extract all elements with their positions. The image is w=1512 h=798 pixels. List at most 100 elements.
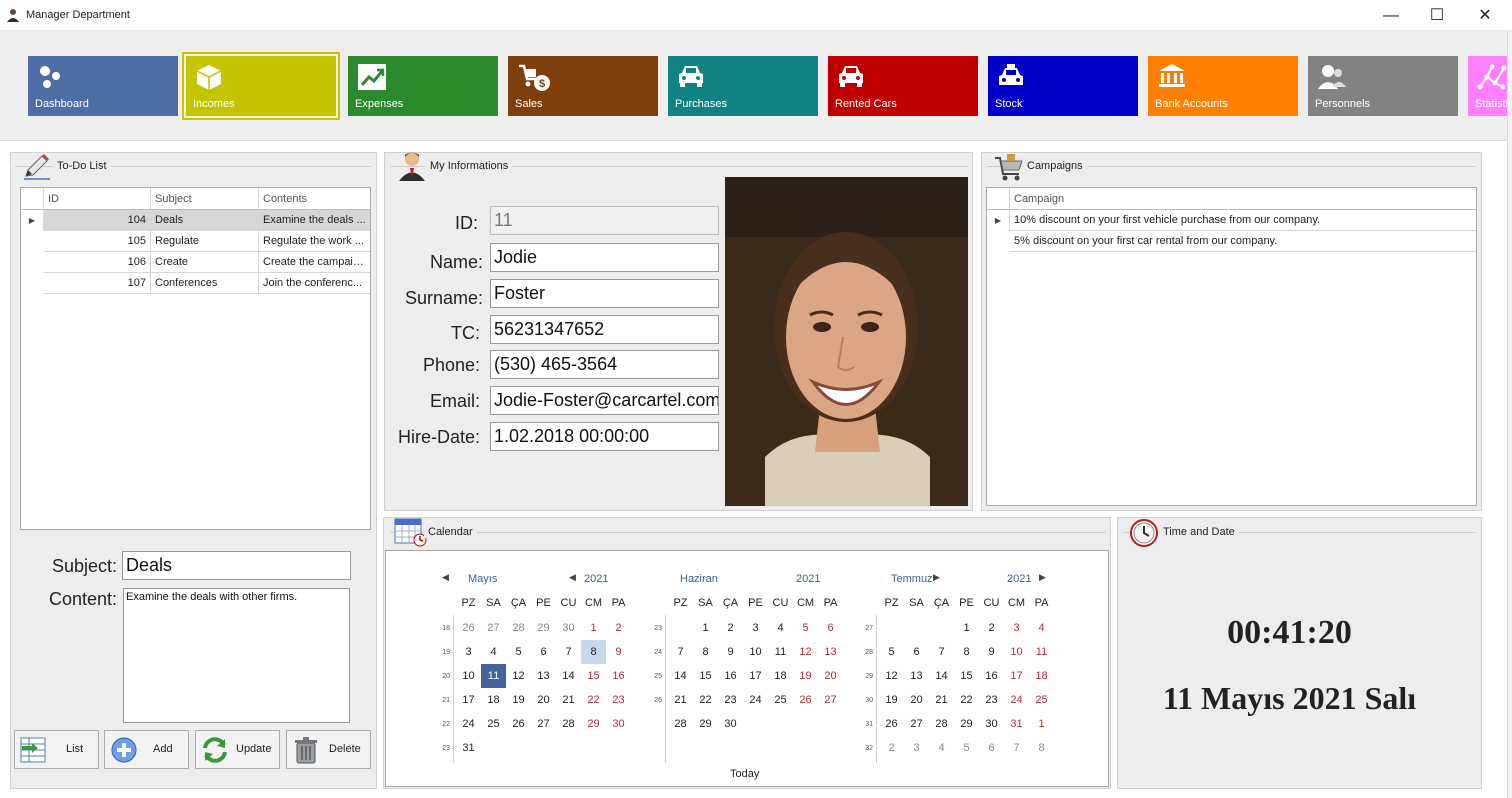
calendar-day[interactable]: 4 xyxy=(768,616,793,640)
calendar-day[interactable]: 16 xyxy=(718,664,743,688)
calendar-day[interactable]: 22 xyxy=(581,688,606,712)
calendar-day[interactable]: 3 xyxy=(743,616,768,640)
calendar-day[interactable]: 1 xyxy=(693,616,718,640)
calendar-day[interactable]: 6 xyxy=(531,640,556,664)
calendar-day[interactable]: 31 xyxy=(1004,712,1029,736)
calendar-day[interactable]: 29 xyxy=(693,712,718,736)
table-cell-campaign[interactable]: 5% discount on your first car rental fro… xyxy=(1010,231,1476,252)
todo-grid[interactable]: ID Subject Contents ▶ 104 Deals Examine … xyxy=(20,187,371,530)
table-cell-id[interactable]: 104 xyxy=(44,210,151,231)
tile-expenses[interactable]: Expenses xyxy=(348,56,498,116)
tile-personnels[interactable]: Personnels xyxy=(1308,56,1458,116)
close-button[interactable]: ✕ xyxy=(1462,0,1508,31)
calendar-day[interactable]: 26 xyxy=(879,712,904,736)
calendar-day[interactable]: 29 xyxy=(531,616,556,640)
calendar-day[interactable]: 31 xyxy=(456,736,481,760)
calendar-day[interactable]: 18 xyxy=(481,688,506,712)
prev-month-arrow-icon[interactable]: ◀ xyxy=(442,572,449,583)
table-cell-contents[interactable]: Regulate the work ... xyxy=(259,231,370,252)
calendar-day[interactable]: 18 xyxy=(1029,664,1054,688)
calendar-day[interactable]: 11 xyxy=(1029,640,1054,664)
hire-date-field[interactable]: 1.02.2018 00:00:00 xyxy=(490,422,719,451)
calendar-day[interactable]: 19 xyxy=(879,688,904,712)
calendar-day[interactable]: 26 xyxy=(506,712,531,736)
tc-field[interactable]: 56231347652 xyxy=(490,315,719,344)
calendar-day[interactable]: 8 xyxy=(581,640,606,664)
table-cell-contents[interactable]: Join the conferenc... xyxy=(259,273,370,294)
calendar-day[interactable]: 28 xyxy=(929,712,954,736)
calendar-day[interactable]: 2 xyxy=(879,736,904,760)
maximize-button[interactable]: ☐ xyxy=(1414,0,1460,31)
calendar-day[interactable]: 11 xyxy=(481,664,506,688)
calendar-day[interactable]: 26 xyxy=(456,616,481,640)
calendar-day[interactable]: 17 xyxy=(456,688,481,712)
calendar-day[interactable]: 4 xyxy=(929,736,954,760)
calendar-day[interactable]: 30 xyxy=(556,616,581,640)
column-header-id[interactable]: ID xyxy=(44,188,151,210)
calendar-day[interactable]: 16 xyxy=(979,664,1004,688)
calendar-day[interactable]: 21 xyxy=(929,688,954,712)
calendar-day[interactable]: 16 xyxy=(606,664,631,688)
calendar-day[interactable]: 28 xyxy=(556,712,581,736)
today-button[interactable]: Today xyxy=(730,768,759,780)
campaigns-grid[interactable]: Campaign ▶ 10% discount on your first ve… xyxy=(986,187,1477,506)
calendar-day[interactable]: 6 xyxy=(904,640,929,664)
calendar-day[interactable]: 4 xyxy=(481,640,506,664)
calendar-day[interactable]: 17 xyxy=(1004,664,1029,688)
calendar-day[interactable]: 17 xyxy=(743,664,768,688)
surname-field[interactable]: Foster xyxy=(490,279,719,308)
calendar-day[interactable]: 10 xyxy=(743,640,768,664)
month-year[interactable]: 2021 xyxy=(584,573,608,585)
tile-stock[interactable]: Stock xyxy=(988,56,1138,116)
table-cell-id[interactable]: 105 xyxy=(44,231,151,252)
calendar-day[interactable]: 9 xyxy=(606,640,631,664)
calendar-day[interactable]: 7 xyxy=(668,640,693,664)
table-cell-subject[interactable]: Deals xyxy=(151,210,259,231)
table-cell-id[interactable]: 107 xyxy=(44,273,151,294)
calendar-day[interactable]: 10 xyxy=(1004,640,1029,664)
calendar-day[interactable]: 30 xyxy=(606,712,631,736)
tile-statistics[interactable]: Statistics xyxy=(1468,56,1512,116)
calendar-day[interactable]: 14 xyxy=(929,664,954,688)
calendar-day[interactable]: 5 xyxy=(879,640,904,664)
calendar-day[interactable]: 25 xyxy=(481,712,506,736)
calendar-day[interactable]: 1 xyxy=(581,616,606,640)
next-month-arrow-icon[interactable]: ▶ xyxy=(933,572,940,583)
calendar-day[interactable]: 7 xyxy=(556,640,581,664)
calendar-day[interactable]: 30 xyxy=(979,712,1004,736)
month-name[interactable]: Mayıs xyxy=(468,573,497,585)
calendar-day[interactable]: 26 xyxy=(793,688,818,712)
calendar-day[interactable]: 24 xyxy=(743,688,768,712)
calendar-day[interactable]: 14 xyxy=(668,664,693,688)
calendar-day[interactable]: 23 xyxy=(718,688,743,712)
calendar-day[interactable]: 9 xyxy=(979,640,1004,664)
calendar-day[interactable]: 2 xyxy=(718,616,743,640)
calendar-day[interactable]: 25 xyxy=(768,688,793,712)
tile-dashboard[interactable]: Dashboard xyxy=(28,56,178,116)
id-field[interactable]: 11 xyxy=(490,206,719,235)
calendar-day[interactable]: 14 xyxy=(556,664,581,688)
calendar-day[interactable]: 5 xyxy=(954,736,979,760)
calendar-day[interactable]: 8 xyxy=(693,640,718,664)
calendar-day[interactable]: 19 xyxy=(506,688,531,712)
calendar-day[interactable]: 12 xyxy=(506,664,531,688)
table-cell-campaign[interactable]: 10% discount on your first vehicle purch… xyxy=(1010,210,1476,231)
calendar-day[interactable]: 29 xyxy=(954,712,979,736)
update-button[interactable]: Update xyxy=(195,730,280,769)
calendar-day[interactable]: 22 xyxy=(693,688,718,712)
calendar-day[interactable]: 28 xyxy=(506,616,531,640)
calendar-day[interactable]: 27 xyxy=(531,712,556,736)
calendar-control[interactable]: ◀ ◀ Mayıs 2021 PZ SA ÇA PE CU CM PA 18 26 27 28 29 30 1 2 1… xyxy=(385,550,1109,787)
calendar-day[interactable]: 2 xyxy=(979,616,1004,640)
calendar-day[interactable]: 1 xyxy=(1029,712,1054,736)
calendar-day[interactable]: 3 xyxy=(456,640,481,664)
calendar-day[interactable]: 28 xyxy=(668,712,693,736)
calendar-day[interactable]: 29 xyxy=(581,712,606,736)
calendar-day[interactable]: 20 xyxy=(531,688,556,712)
subject-input[interactable]: Deals xyxy=(122,551,351,580)
calendar-day[interactable]: 24 xyxy=(456,712,481,736)
calendar-day[interactable]: 23 xyxy=(979,688,1004,712)
calendar-day[interactable]: 6 xyxy=(818,616,843,640)
calendar-day[interactable]: 10 xyxy=(456,664,481,688)
prev-year-arrow-icon[interactable]: ◀ xyxy=(569,572,576,583)
